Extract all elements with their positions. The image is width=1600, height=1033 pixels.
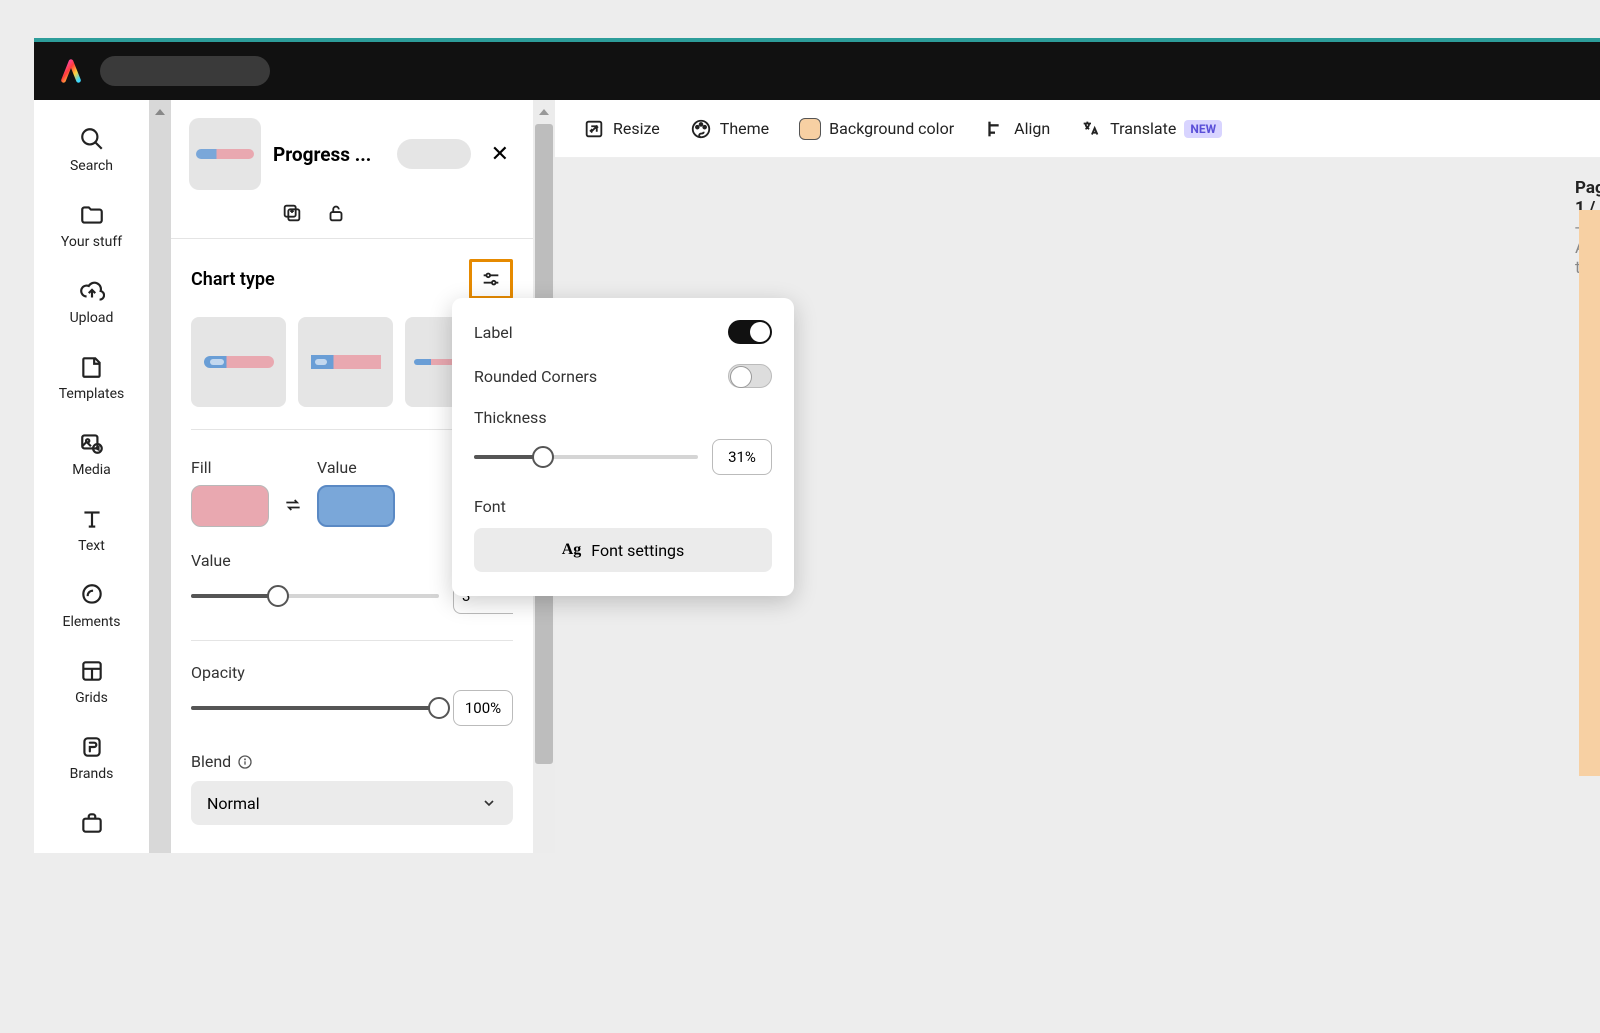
sidebar-item-label: Elements [62, 614, 120, 630]
sidebar-item-label: Templates [59, 386, 125, 402]
sidebar-item-brands[interactable]: Brands [34, 724, 149, 800]
blend-select[interactable]: Normal [191, 781, 513, 825]
fill-label: Fill [191, 458, 269, 477]
font-label: Font [474, 497, 772, 516]
scroll-up-icon [152, 104, 168, 120]
value-color-swatch[interactable] [317, 485, 395, 527]
sidebar-item-label: Search [70, 158, 113, 174]
addons-icon [79, 810, 105, 836]
label-toggle-label: Label [474, 323, 513, 342]
blend-label: Blend [191, 752, 231, 771]
theme-label: Theme [720, 119, 769, 138]
document-title-input[interactable] [100, 56, 270, 86]
panel-header-icons [171, 200, 533, 238]
folder-icon [79, 202, 105, 228]
shapes-icon [79, 582, 105, 608]
element-preview-thumbnail [189, 118, 261, 190]
sidebar-item-label: Brands [70, 766, 114, 782]
value-label: Value [317, 458, 395, 477]
thickness-label: Thickness [474, 408, 772, 427]
text-icon [79, 506, 105, 532]
blend-select-value: Normal [207, 794, 260, 813]
sliders-icon [480, 268, 502, 290]
opacity-label: Opacity [191, 663, 513, 682]
canvas-toolbar: Resize Theme Background color Align Tran… [555, 100, 1600, 158]
opacity-value-input[interactable]: 100% [453, 690, 513, 726]
app-window: Search Your stuff Upload Templates Media… [34, 38, 1600, 853]
chart-type-option-rounded[interactable] [191, 317, 286, 407]
chart-settings-popover: Label Rounded Corners Thickness 31% Font… [452, 298, 794, 596]
translate-label: Translate [1110, 119, 1176, 138]
sidebar-item-your-stuff[interactable]: Your stuff [34, 192, 149, 268]
font-settings-button[interactable]: Ag Font settings [474, 528, 772, 572]
rounded-corners-label: Rounded Corners [474, 367, 597, 386]
font-settings-label: Font settings [591, 541, 684, 560]
scroll-up-icon [536, 104, 552, 120]
sidebar-item-label: Media [72, 462, 111, 478]
duplicate-icon[interactable] [281, 202, 303, 224]
sidebar-item-label: Text [78, 538, 105, 554]
sidebar-item-search[interactable]: Search [34, 116, 149, 192]
sidebar-item-media[interactable]: Media [34, 420, 149, 496]
media-icon [79, 430, 105, 456]
opacity-slider[interactable] [191, 706, 439, 710]
align-button[interactable]: Align [984, 118, 1050, 140]
sidebar-item-label: Your stuff [61, 234, 122, 250]
templates-icon [79, 354, 105, 380]
bgcolor-label: Background color [829, 119, 954, 138]
sidebar-item-label: Grids [75, 690, 108, 706]
grids-icon [79, 658, 105, 684]
resize-icon [583, 118, 605, 140]
panel-header: Progress ... ✕ [171, 100, 533, 200]
translate-button[interactable]: Translate NEW [1080, 118, 1222, 140]
chart-type-label: Chart type [191, 269, 275, 290]
chart-type-settings-button[interactable] [469, 259, 513, 299]
search-icon [79, 126, 105, 152]
panel-title: Progress ... [273, 143, 385, 166]
sidebar-item-grids[interactable]: Grids [34, 648, 149, 724]
upload-cloud-icon [79, 278, 105, 304]
panel-action-pill[interactable] [397, 139, 471, 169]
swap-icon[interactable] [283, 495, 303, 515]
sidebar-item-upload[interactable]: Upload [34, 268, 149, 344]
theme-icon [690, 118, 712, 140]
design-canvas[interactable]: 35% [1579, 210, 1600, 776]
rounded-corners-toggle[interactable] [728, 364, 772, 388]
sidebar-item-templates[interactable]: Templates [34, 344, 149, 420]
thickness-slider[interactable] [474, 455, 698, 459]
titlebar [34, 42, 1600, 100]
bgcolor-swatch-icon [799, 118, 821, 140]
thickness-value-input[interactable]: 31% [712, 439, 772, 475]
new-badge: NEW [1184, 120, 1222, 138]
resize-label: Resize [613, 119, 660, 138]
bgcolor-button[interactable]: Background color [799, 118, 954, 140]
sidebar-item-elements[interactable]: Elements [34, 572, 149, 648]
close-panel-button[interactable]: ✕ [483, 138, 517, 171]
value-slider[interactable] [191, 594, 439, 598]
sidebar-item-addons[interactable] [34, 800, 149, 836]
label-toggle[interactable] [728, 320, 772, 344]
chevron-down-icon [481, 795, 497, 811]
align-label: Align [1014, 119, 1050, 138]
font-prefix-icon: Ag [562, 541, 582, 559]
sidebar-item-text[interactable]: Text [34, 496, 149, 572]
sidebar-item-label: Upload [70, 310, 114, 326]
chart-type-option-square[interactable] [298, 317, 393, 407]
align-icon [984, 118, 1006, 140]
panel-scrollbar-left[interactable] [149, 100, 171, 853]
opacity-slider-row: 100% [191, 690, 513, 726]
resize-button[interactable]: Resize [583, 118, 660, 140]
info-icon[interactable] [237, 754, 253, 770]
translate-icon [1080, 118, 1102, 140]
fill-color-swatch[interactable] [191, 485, 269, 527]
left-sidebar: Search Your stuff Upload Templates Media… [34, 100, 149, 853]
theme-button[interactable]: Theme [690, 118, 769, 140]
divider [191, 640, 513, 641]
brands-icon [79, 734, 105, 760]
unlock-icon[interactable] [325, 202, 347, 224]
workspace: Search Your stuff Upload Templates Media… [34, 100, 1600, 853]
adobe-express-logo [56, 56, 86, 86]
